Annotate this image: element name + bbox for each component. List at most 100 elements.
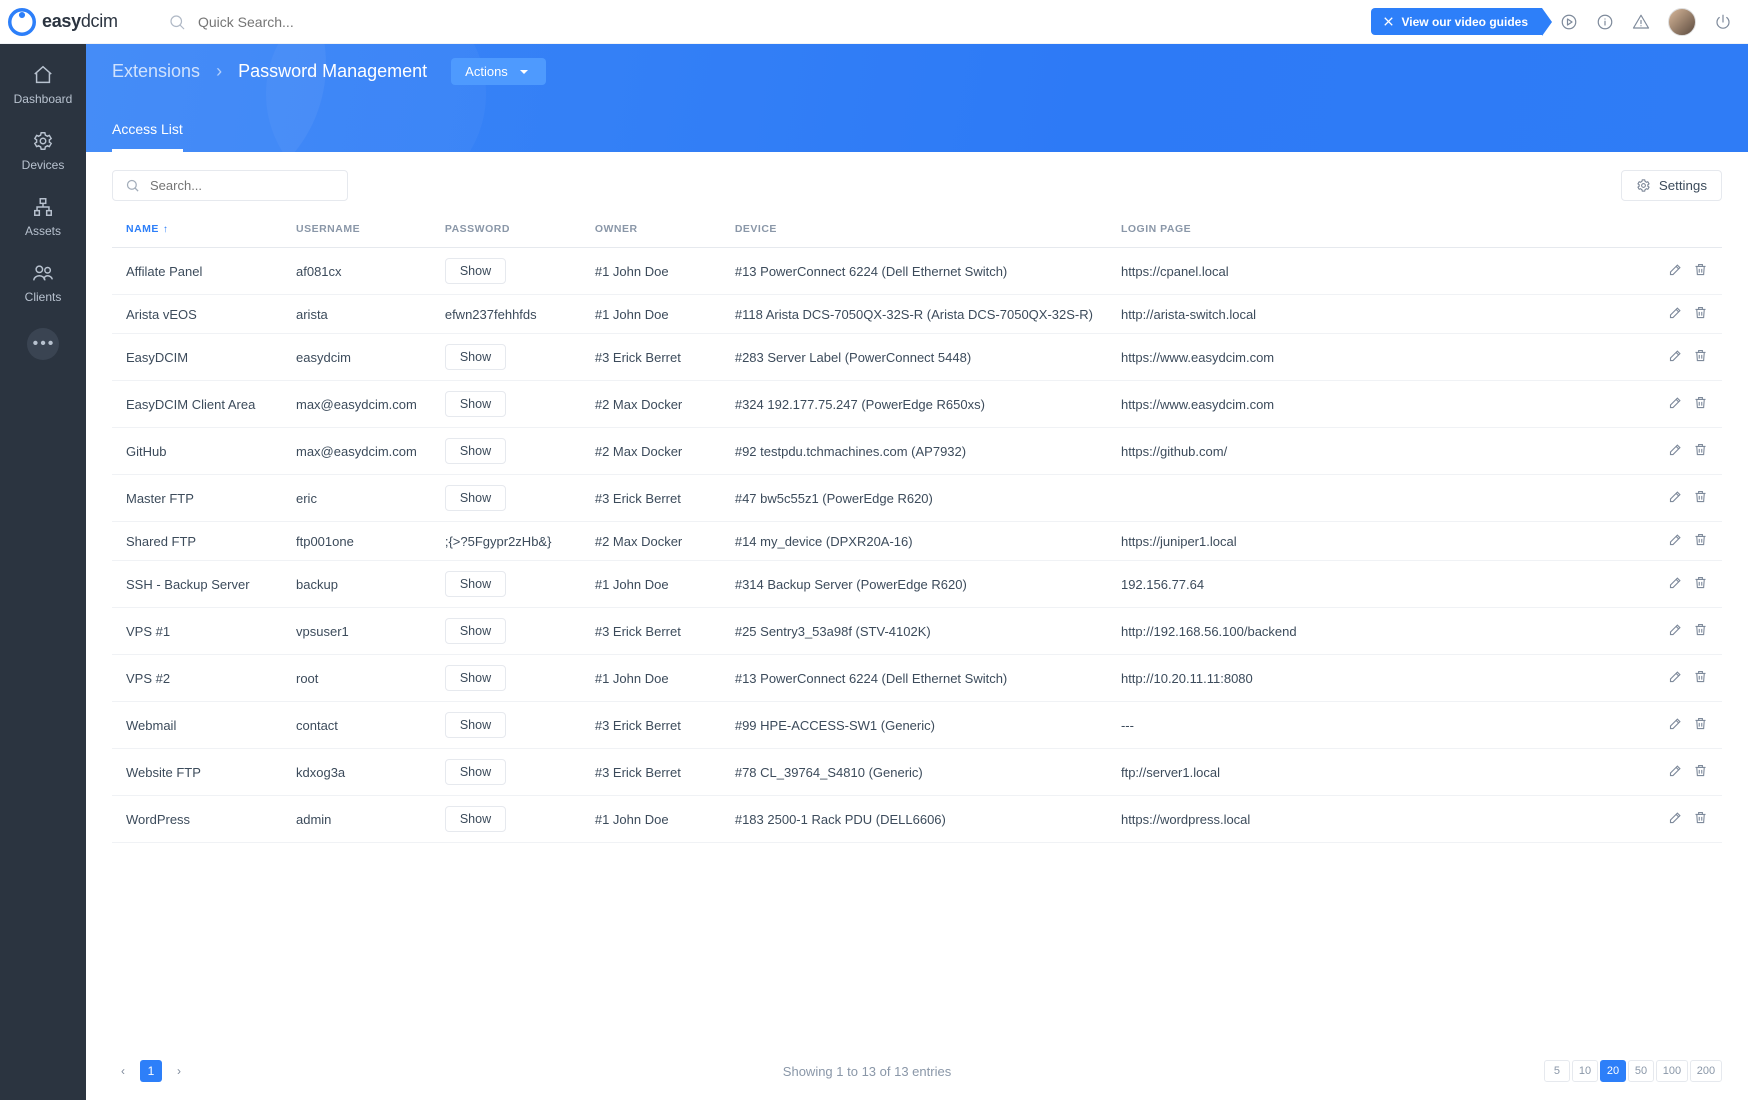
cell-login[interactable] <box>1107 475 1632 522</box>
cell-owner[interactable]: #3 Erick Berret <box>581 608 721 655</box>
cell-owner[interactable]: #2 Max Docker <box>581 428 721 475</box>
cell-login[interactable]: https://juniper1.local <box>1107 522 1632 561</box>
cell-name[interactable]: Website FTP <box>112 749 282 796</box>
delete-icon[interactable] <box>1693 489 1708 507</box>
cell-login[interactable]: http://arista-switch.local <box>1107 295 1632 334</box>
edit-icon[interactable] <box>1668 622 1683 640</box>
cell-name[interactable]: Webmail <box>112 702 282 749</box>
global-search-input[interactable] <box>196 13 456 31</box>
sidebar-more-button[interactable]: ••• <box>27 328 59 360</box>
pager-prev[interactable]: ‹ <box>112 1060 134 1082</box>
settings-button[interactable]: Settings <box>1621 170 1722 201</box>
cell-name[interactable]: Arista vEOS <box>112 295 282 334</box>
delete-icon[interactable] <box>1693 442 1708 460</box>
cell-login[interactable]: https://wordpress.local <box>1107 796 1632 843</box>
cell-device[interactable]: #92 testpdu.tchmachines.com (AP7932) <box>721 428 1107 475</box>
alert-icon[interactable] <box>1632 13 1650 31</box>
cell-device[interactable]: #183 2500-1 Rack PDU (DELL6606) <box>721 796 1107 843</box>
show-password-button[interactable]: Show <box>445 344 506 370</box>
cell-name[interactable]: GitHub <box>112 428 282 475</box>
sidebar-item-devices[interactable]: Devices <box>22 130 65 172</box>
power-icon[interactable] <box>1714 13 1732 31</box>
pager-page-1[interactable]: 1 <box>140 1060 162 1082</box>
cell-owner[interactable]: #2 Max Docker <box>581 522 721 561</box>
delete-icon[interactable] <box>1693 669 1708 687</box>
cell-name[interactable]: VPS #2 <box>112 655 282 702</box>
play-icon[interactable] <box>1560 13 1578 31</box>
cell-name[interactable]: Affilate Panel <box>112 248 282 295</box>
actions-dropdown[interactable]: Actions <box>451 58 546 85</box>
delete-icon[interactable] <box>1693 395 1708 413</box>
show-password-button[interactable]: Show <box>445 485 506 511</box>
cell-owner[interactable]: #1 John Doe <box>581 796 721 843</box>
cell-device[interactable]: #25 Sentry3_53a98f (STV-4102K) <box>721 608 1107 655</box>
cell-login[interactable]: http://192.168.56.100/backend <box>1107 608 1632 655</box>
cell-owner[interactable]: #3 Erick Berret <box>581 334 721 381</box>
cell-owner[interactable]: #1 John Doe <box>581 561 721 608</box>
cell-login[interactable]: http://10.20.11.11:8080 <box>1107 655 1632 702</box>
col-owner[interactable]: OWNER <box>581 211 721 248</box>
page-size-50[interactable]: 50 <box>1628 1060 1654 1082</box>
delete-icon[interactable] <box>1693 532 1708 550</box>
edit-icon[interactable] <box>1668 442 1683 460</box>
cell-login[interactable]: ftp://server1.local <box>1107 749 1632 796</box>
cell-device[interactable]: #314 Backup Server (PowerEdge R620) <box>721 561 1107 608</box>
col-name[interactable]: NAME↑ <box>112 211 282 248</box>
cell-owner[interactable]: #3 Erick Berret <box>581 749 721 796</box>
sidebar-item-dashboard[interactable]: Dashboard <box>14 64 73 106</box>
table-search-input[interactable] <box>148 177 335 194</box>
edit-icon[interactable] <box>1668 348 1683 366</box>
cell-name[interactable]: Master FTP <box>112 475 282 522</box>
col-device[interactable]: DEVICE <box>721 211 1107 248</box>
edit-icon[interactable] <box>1668 262 1683 280</box>
delete-icon[interactable] <box>1693 810 1708 828</box>
edit-icon[interactable] <box>1668 575 1683 593</box>
cell-login[interactable]: https://www.easydcim.com <box>1107 334 1632 381</box>
table-search[interactable] <box>112 170 348 201</box>
show-password-button[interactable]: Show <box>445 712 506 738</box>
cell-name[interactable]: Shared FTP <box>112 522 282 561</box>
cell-login[interactable]: https://cpanel.local <box>1107 248 1632 295</box>
edit-icon[interactable] <box>1668 532 1683 550</box>
brand-logo[interactable]: easydcim <box>8 8 158 36</box>
cell-owner[interactable]: #2 Max Docker <box>581 381 721 428</box>
col-login[interactable]: LOGIN PAGE <box>1107 211 1632 248</box>
info-icon[interactable] <box>1596 13 1614 31</box>
page-size-10[interactable]: 10 <box>1572 1060 1598 1082</box>
show-password-button[interactable]: Show <box>445 665 506 691</box>
cell-device[interactable]: #324 192.177.75.247 (PowerEdge R650xs) <box>721 381 1107 428</box>
delete-icon[interactable] <box>1693 763 1708 781</box>
cell-login[interactable]: 192.156.77.64 <box>1107 561 1632 608</box>
video-guides-button[interactable]: View our video guides <box>1371 8 1542 35</box>
cell-name[interactable]: EasyDCIM <box>112 334 282 381</box>
cell-owner[interactable]: #3 Erick Berret <box>581 702 721 749</box>
sidebar-item-assets[interactable]: Assets <box>25 196 61 238</box>
cell-device[interactable]: #47 bw5c55z1 (PowerEdge R620) <box>721 475 1107 522</box>
edit-icon[interactable] <box>1668 810 1683 828</box>
pager-next[interactable]: › <box>168 1060 190 1082</box>
edit-icon[interactable] <box>1668 716 1683 734</box>
tab-access-list[interactable]: Access List <box>112 109 183 152</box>
show-password-button[interactable]: Show <box>445 571 506 597</box>
cell-device[interactable]: #99 HPE-ACCESS-SW1 (Generic) <box>721 702 1107 749</box>
show-password-button[interactable]: Show <box>445 806 506 832</box>
cell-name[interactable]: EasyDCIM Client Area <box>112 381 282 428</box>
col-password[interactable]: PASSWORD <box>431 211 581 248</box>
page-size-20[interactable]: 20 <box>1600 1060 1626 1082</box>
delete-icon[interactable] <box>1693 622 1708 640</box>
show-password-button[interactable]: Show <box>445 391 506 417</box>
col-username[interactable]: USERNAME <box>282 211 431 248</box>
show-password-button[interactable]: Show <box>445 438 506 464</box>
edit-icon[interactable] <box>1668 669 1683 687</box>
cell-owner[interactable]: #1 John Doe <box>581 248 721 295</box>
delete-icon[interactable] <box>1693 575 1708 593</box>
cell-device[interactable]: #13 PowerConnect 6224 (Dell Ethernet Swi… <box>721 655 1107 702</box>
sidebar-item-clients[interactable]: Clients <box>25 262 62 304</box>
cell-device[interactable]: #14 my_device (DPXR20A-16) <box>721 522 1107 561</box>
show-password-button[interactable]: Show <box>445 618 506 644</box>
cell-device[interactable]: #13 PowerConnect 6224 (Dell Ethernet Swi… <box>721 248 1107 295</box>
delete-icon[interactable] <box>1693 716 1708 734</box>
avatar[interactable] <box>1668 8 1696 36</box>
show-password-button[interactable]: Show <box>445 258 506 284</box>
cell-device[interactable]: #283 Server Label (PowerConnect 5448) <box>721 334 1107 381</box>
